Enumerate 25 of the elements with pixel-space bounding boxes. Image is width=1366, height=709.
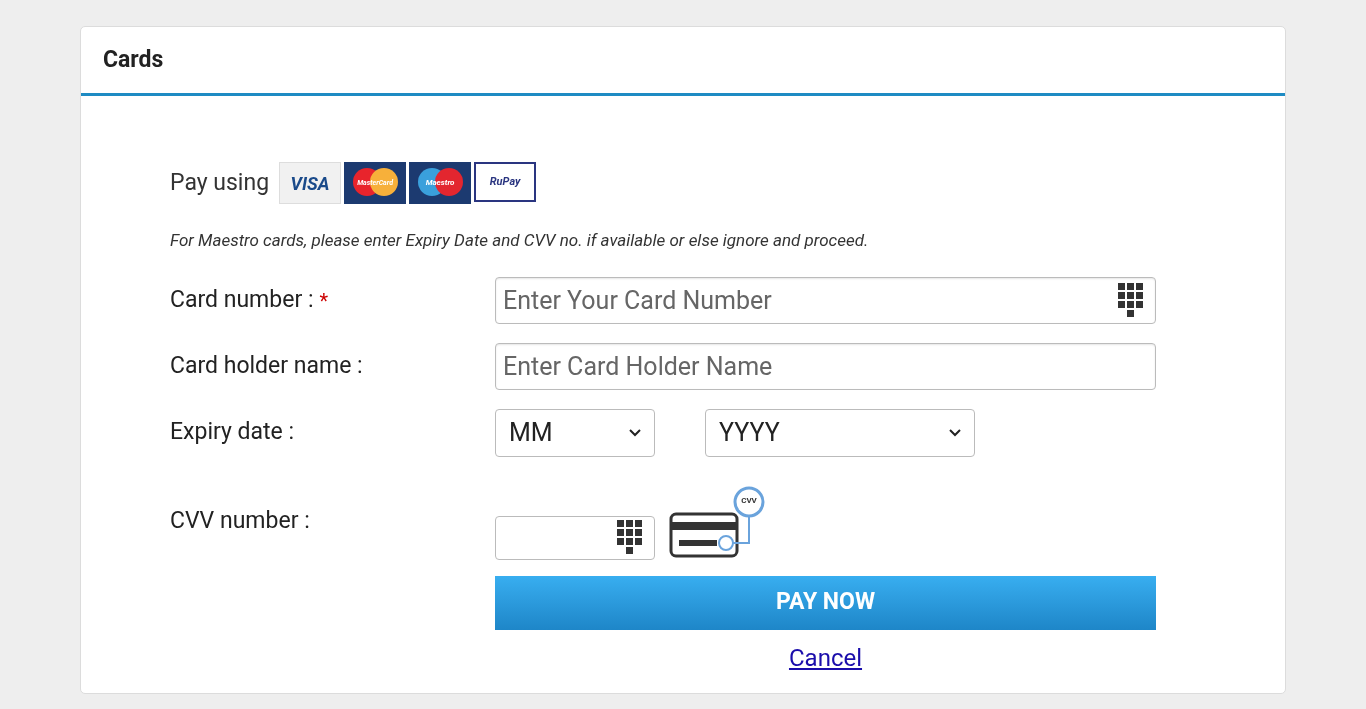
text-input-field[interactable]: Enter Card Holder Name xyxy=(495,343,1156,390)
cancel-link[interactable]: Cancel xyxy=(788,639,863,676)
credit-card-icon xyxy=(669,512,739,557)
leader-line xyxy=(732,515,750,544)
chevron-down-icon xyxy=(949,428,961,437)
keypad-icon[interactable] xyxy=(617,519,643,556)
cvv-badge-ring xyxy=(733,486,765,517)
chevron-down-icon xyxy=(629,428,641,437)
cvv-badge-label: CVV xyxy=(740,496,758,505)
text-input-field[interactable]: Enter Your Card Number xyxy=(495,277,1156,324)
field-label: CVV number : xyxy=(170,506,310,537)
month-select[interactable]: MM xyxy=(495,408,655,457)
required-mark: * xyxy=(319,287,329,315)
maestro-note: For Maestro cards, please enter Expiry Date and CVV no. if available or else ignore and proceed. xyxy=(170,229,870,252)
field-label: Card holder name : xyxy=(170,351,363,382)
visa-logo: VISA xyxy=(279,162,342,204)
keypad-icon[interactable] xyxy=(1118,282,1144,319)
cvv-input-field[interactable] xyxy=(495,515,655,560)
field-label: Card number : xyxy=(170,285,314,316)
pay-using-label: Pay using xyxy=(170,167,270,198)
cvv-spot-ring xyxy=(718,534,734,551)
field-label: Expiry date : xyxy=(170,417,295,448)
panel-title: Cards xyxy=(103,44,164,75)
rupay-logo: RuPay xyxy=(474,162,537,202)
year-select[interactable]: YYYY xyxy=(705,408,975,457)
